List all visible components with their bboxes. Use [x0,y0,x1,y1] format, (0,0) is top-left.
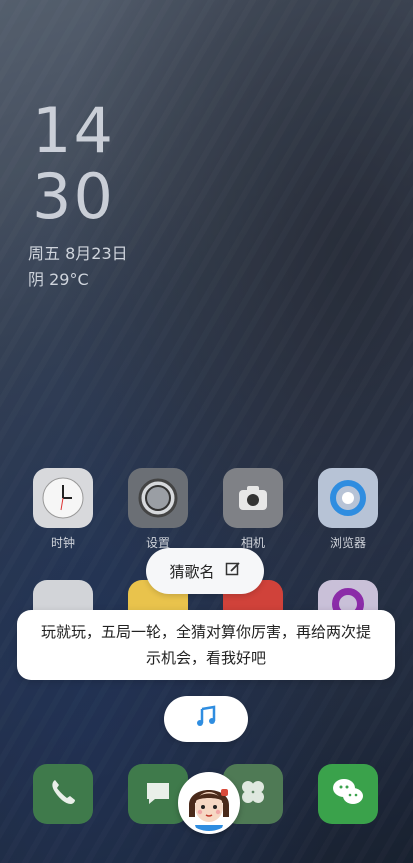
app-browser[interactable]: 浏览器 [316,468,380,551]
guess-song-label: 猜歌名 [169,562,215,581]
date-text: 周五 8月23日 [28,244,128,263]
messages-icon [141,775,175,813]
guess-song-button[interactable]: 猜歌名 [146,548,264,594]
assistant-message-text: 玩就玩，五局一轮，全猜对算你厉害，再给两次提示机会，看我好吧 [41,623,372,667]
app-purple-partial[interactable] [318,580,378,620]
app-settings[interactable]: 设置 [126,468,190,551]
app-label: 时钟 [50,536,75,550]
app-store-icon [238,777,268,811]
assistant-avatar[interactable] [178,772,240,834]
camera-icon [223,468,283,528]
clock-minute: 30 [32,160,115,233]
dock-wechat[interactable] [318,764,378,824]
dock-phone[interactable] [33,764,93,824]
edit-icon [225,561,241,581]
app-camera[interactable]: 相机 [221,468,285,551]
app-label: 浏览器 [329,536,366,550]
phone-icon [47,776,79,812]
settings-gear-icon [128,468,188,528]
app-folder-partial[interactable] [33,580,93,612]
music-button[interactable] [164,696,248,742]
clock-hour: 14 [32,94,115,167]
app-clock[interactable]: 时钟 [31,468,95,551]
clock-widget[interactable]: 14 30 [32,98,115,230]
browser-icon [318,468,378,528]
clock-icon [33,468,93,528]
girl-avatar-icon [181,775,237,831]
assistant-message-card: 玩就玩，五局一轮，全猜对算你厉害，再给两次提示机会，看我好吧 [17,610,395,680]
music-note-icon [194,705,218,733]
wechat-icon [330,774,366,814]
weather-text: 阴 29°C [28,270,89,289]
